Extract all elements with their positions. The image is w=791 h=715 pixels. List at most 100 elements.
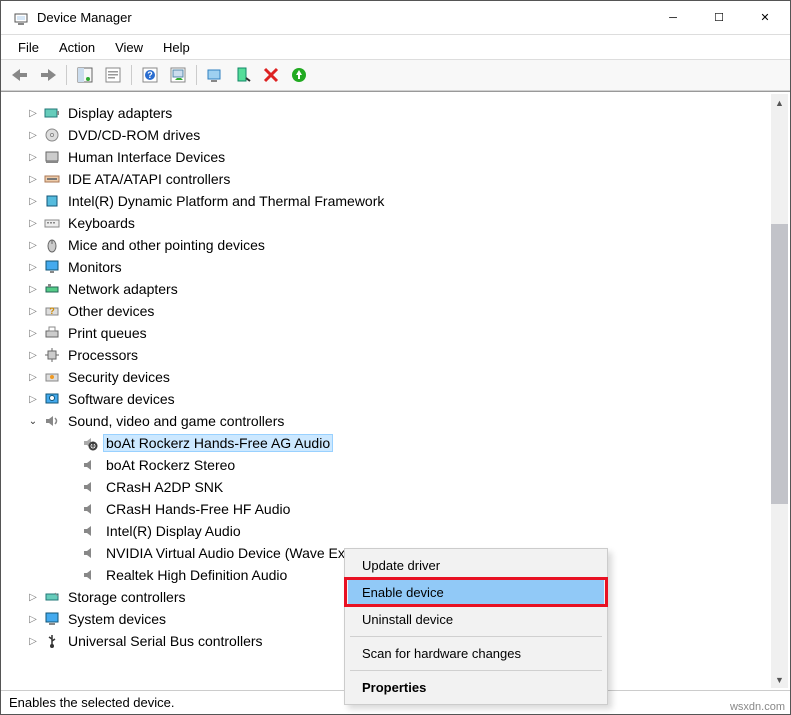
expand-icon[interactable]: ▷ xyxy=(25,592,41,603)
vertical-scrollbar[interactable]: ▲ ▼ xyxy=(771,94,788,688)
keyboard-icon xyxy=(43,214,61,232)
collapse-icon[interactable]: ⌄ xyxy=(25,416,41,427)
scroll-down-icon[interactable]: ▼ xyxy=(771,671,788,688)
tree-label: Software devices xyxy=(65,390,178,408)
device-manager-icon xyxy=(13,10,29,26)
scrollbar-thumb[interactable] xyxy=(771,224,788,504)
tree-item-intel-dptf[interactable]: ▷Intel(R) Dynamic Platform and Thermal F… xyxy=(3,190,769,212)
speaker-icon xyxy=(43,412,61,430)
expand-icon[interactable]: ▷ xyxy=(25,372,41,383)
expand-icon[interactable]: ▷ xyxy=(25,394,41,405)
ctx-enable-device[interactable]: Enable device xyxy=(348,579,604,606)
speaker-disabled-icon xyxy=(81,434,99,452)
help-icon[interactable]: ? xyxy=(137,62,163,88)
titlebar[interactable]: Device Manager ─ ☐ ✕ xyxy=(1,1,790,35)
other-icon: ? xyxy=(43,302,61,320)
maximize-button[interactable]: ☐ xyxy=(696,3,742,33)
tree-item-sound[interactable]: ⌄ Sound, video and game controllers xyxy=(3,410,769,432)
ctx-uninstall-device[interactable]: Uninstall device xyxy=(348,606,604,633)
expand-icon[interactable]: ▷ xyxy=(25,614,41,625)
mouse-icon xyxy=(43,236,61,254)
tree-item-ide[interactable]: ▷ IDE ATA/ATAPI controllers xyxy=(3,168,769,190)
tree-item-network[interactable]: ▷Network adapters xyxy=(3,278,769,300)
tree-label: DVD/CD-ROM drives xyxy=(65,126,203,144)
back-button[interactable] xyxy=(7,62,33,88)
tree-label: Intel(R) Display Audio xyxy=(103,522,244,540)
chip-icon xyxy=(43,192,61,210)
tree-item-boat-hf[interactable]: boAt Rockerz Hands-Free AG Audio xyxy=(3,432,769,454)
expand-icon[interactable]: ▷ xyxy=(25,108,41,119)
tree-label: Print queues xyxy=(65,324,150,342)
tree-item-crash-a2dp[interactable]: CRasH A2DP SNK xyxy=(3,476,769,498)
tree-label: Keyboards xyxy=(65,214,138,232)
expand-icon[interactable]: ▷ xyxy=(25,262,41,273)
ctx-properties[interactable]: Properties xyxy=(348,674,604,701)
menu-file[interactable]: File xyxy=(9,37,48,58)
status-text: Enables the selected device. xyxy=(9,695,175,710)
expand-icon[interactable]: ▷ xyxy=(25,240,41,251)
tree-item-security[interactable]: ▷ Security devices xyxy=(3,366,769,388)
ctx-scan-hardware[interactable]: Scan for hardware changes xyxy=(348,640,604,667)
close-button[interactable]: ✕ xyxy=(742,3,788,33)
tree-label: Security devices xyxy=(65,368,173,386)
expand-icon[interactable]: ▷ xyxy=(25,196,41,207)
menubar: File Action View Help xyxy=(1,35,790,59)
tree-label: boAt Rockerz Hands-Free AG Audio xyxy=(103,434,333,452)
tree-label: IDE ATA/ATAPI controllers xyxy=(65,170,233,188)
tree-label: Sound, video and game controllers xyxy=(65,412,287,430)
properties-icon[interactable] xyxy=(100,62,126,88)
expand-icon[interactable]: ▷ xyxy=(25,174,41,185)
minimize-button[interactable]: ─ xyxy=(650,3,696,33)
tree-item-other[interactable]: ▷?Other devices xyxy=(3,300,769,322)
expand-icon[interactable]: ▷ xyxy=(25,218,41,229)
expand-icon[interactable]: ▷ xyxy=(25,130,41,141)
security-icon xyxy=(43,368,61,386)
tree-label: Storage controllers xyxy=(65,588,189,606)
tree-label: CRasH A2DP SNK xyxy=(103,478,226,496)
expand-icon[interactable]: ▷ xyxy=(25,152,41,163)
menu-help[interactable]: Help xyxy=(154,37,199,58)
tree-item-crash-hf[interactable]: CRasH Hands-Free HF Audio xyxy=(3,498,769,520)
menu-action[interactable]: Action xyxy=(50,37,104,58)
tree-item-monitors[interactable]: ▷Monitors xyxy=(3,256,769,278)
tree-item-hid[interactable]: ▷ Human Interface Devices xyxy=(3,146,769,168)
expand-icon[interactable]: ▷ xyxy=(25,306,41,317)
separator xyxy=(350,670,602,671)
expand-icon[interactable]: ▷ xyxy=(25,636,41,647)
svg-text:?: ? xyxy=(147,70,153,80)
tree-label: Human Interface Devices xyxy=(65,148,228,166)
menu-view[interactable]: View xyxy=(106,37,152,58)
tree-item-intel-display-audio[interactable]: Intel(R) Display Audio xyxy=(3,520,769,542)
scroll-up-icon[interactable]: ▲ xyxy=(771,94,788,111)
ctx-update-driver[interactable]: Update driver xyxy=(348,552,604,579)
tree-item-print[interactable]: ▷ Print queues xyxy=(3,322,769,344)
tree-item-display-adapters[interactable]: ▷Display adapters xyxy=(3,102,769,124)
uninstall-device-icon[interactable] xyxy=(258,62,284,88)
update-driver-icon[interactable] xyxy=(202,62,228,88)
tree-item-software[interactable]: ▷ Software devices xyxy=(3,388,769,410)
speaker-icon xyxy=(81,522,99,540)
network-icon xyxy=(43,280,61,298)
ide-icon xyxy=(43,170,61,188)
printer-icon xyxy=(43,324,61,342)
tree-item-processors[interactable]: ▷Processors xyxy=(3,344,769,366)
speaker-icon xyxy=(81,478,99,496)
add-legacy-icon[interactable] xyxy=(286,62,312,88)
expand-icon[interactable]: ▷ xyxy=(25,284,41,295)
system-icon xyxy=(43,610,61,628)
enable-device-icon[interactable] xyxy=(230,62,256,88)
expand-icon[interactable]: ▷ xyxy=(25,350,41,361)
tree-label: boAt Rockerz Stereo xyxy=(103,456,238,474)
tree-item-mice[interactable]: ▷Mice and other pointing devices xyxy=(3,234,769,256)
expand-icon[interactable]: ▷ xyxy=(25,328,41,339)
forward-button[interactable] xyxy=(35,62,61,88)
scan-hardware-icon[interactable] xyxy=(165,62,191,88)
tree-item-keyboards[interactable]: ▷ Keyboards xyxy=(3,212,769,234)
tree-label: System devices xyxy=(65,610,169,628)
speaker-icon xyxy=(81,544,99,562)
tree-item-dvd[interactable]: ▷ DVD/CD-ROM drives xyxy=(3,124,769,146)
toolbar: ? xyxy=(1,59,790,91)
show-hide-console-icon[interactable] xyxy=(72,62,98,88)
tree-item-boat-stereo[interactable]: boAt Rockerz Stereo xyxy=(3,454,769,476)
watermark: wsxdn.com xyxy=(730,701,785,713)
